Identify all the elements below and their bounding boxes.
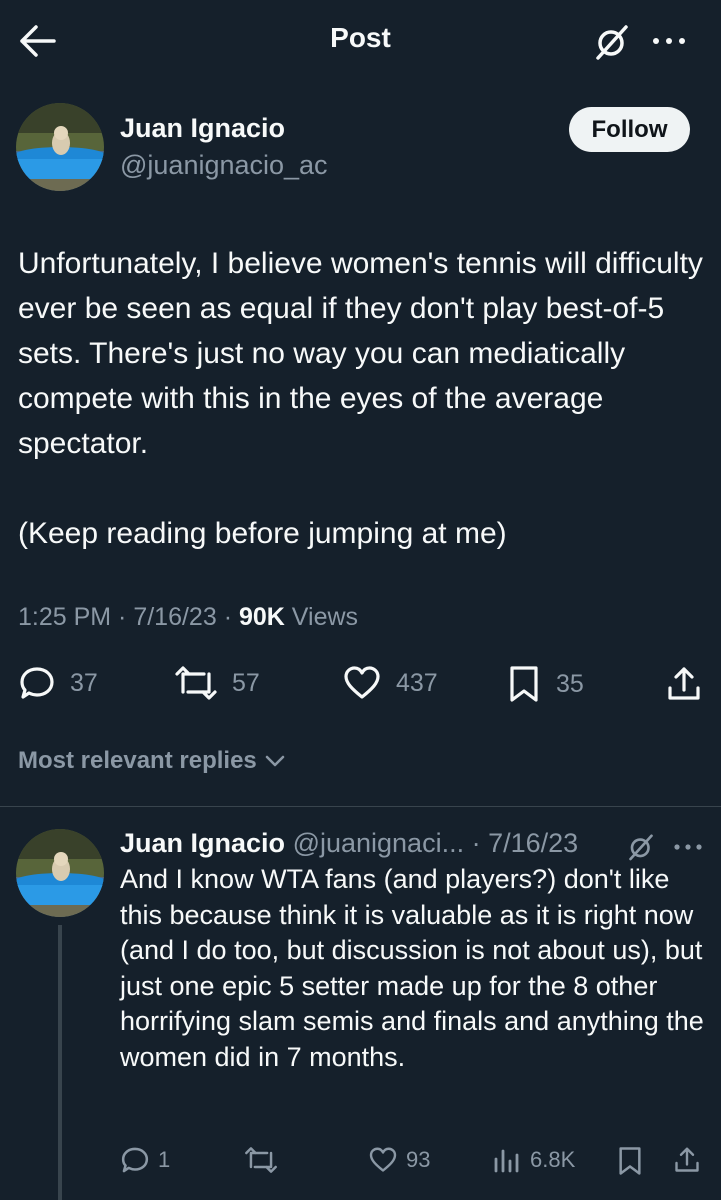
bookmark-icon (619, 1147, 641, 1175)
reply-views-action[interactable]: 6.8K (492, 1145, 575, 1175)
views-count: 90K (238, 603, 285, 631)
more-options-button[interactable] (650, 22, 688, 60)
more-horizontal-icon (653, 38, 685, 44)
heart-icon (369, 1147, 397, 1172)
heart-icon (344, 666, 380, 699)
grok-icon (596, 25, 628, 60)
share-icon (668, 667, 700, 700)
views-chart-icon (494, 1149, 519, 1173)
reply-author-handle[interactable]: @juanignaci... (293, 828, 465, 858)
reply-icon (20, 667, 54, 699)
post-text: Unfortunately, I believe women's tennis … (18, 241, 708, 556)
author-name[interactable]: Juan Ignacio (120, 113, 285, 144)
like-action[interactable]: 437 (342, 664, 438, 702)
repost-action[interactable]: 57 (174, 664, 260, 702)
bookmark-count: 35 (556, 669, 584, 698)
like-count: 437 (396, 668, 438, 697)
thread-line (58, 925, 62, 1200)
dog-in-pool-photo (16, 103, 104, 191)
bookmark-icon (510, 666, 538, 702)
author-avatar[interactable] (16, 103, 104, 191)
repost-count: 57 (232, 668, 260, 697)
replies-sort-dropdown[interactable]: Most relevant replies (18, 747, 287, 775)
reply-count: 37 (70, 668, 98, 697)
share-button[interactable] (664, 664, 704, 704)
post-date: 7/16/23 (133, 603, 217, 631)
reply-reply-count: 1 (158, 1147, 171, 1172)
post-meta: 1:25 PM · 7/16/23 · 90K Views (18, 603, 359, 631)
post-time: 1:25 PM (18, 603, 112, 631)
reply-icon (121, 1147, 149, 1173)
post-paragraph: Unfortunately, I believe women's tennis … (18, 247, 703, 460)
grok-button[interactable] (592, 22, 632, 62)
reply-text: And I know WTA fans (and players?) don't… (120, 864, 704, 1072)
reply-share-button[interactable] (672, 1144, 702, 1176)
reply-header: Juan Ignacio @juanignaci... · 7/16/23 (120, 828, 579, 858)
divider (0, 806, 721, 807)
reply-more-button[interactable] (672, 832, 704, 862)
grok-icon (629, 834, 653, 861)
reply-author-name[interactable]: Juan Ignacio (120, 828, 285, 858)
reply-date[interactable]: 7/16/23 (488, 828, 578, 858)
replies-sort-label: Most relevant replies (18, 747, 257, 774)
reply-reply-action[interactable]: 1 (120, 1145, 170, 1175)
repost-icon (175, 666, 217, 700)
more-horizontal-icon (674, 844, 702, 850)
reply-action[interactable]: 37 (18, 664, 98, 702)
dog-in-pool-photo (16, 829, 104, 917)
reply-like-action[interactable]: 93 (368, 1145, 430, 1175)
author-handle[interactable]: @juanignacio_ac (120, 150, 328, 181)
reply-author-avatar[interactable] (16, 829, 104, 917)
follow-button[interactable]: Follow (569, 107, 690, 152)
reply-bookmark-button[interactable] (616, 1145, 644, 1177)
bookmark-action[interactable]: 35 (506, 664, 584, 704)
views-label: Views (291, 603, 359, 631)
post-paragraph: (Keep reading before jumping at me) (18, 517, 507, 550)
reply-grok-button[interactable] (626, 832, 656, 862)
reply-repost-action[interactable] (244, 1145, 286, 1175)
repost-icon (245, 1147, 277, 1173)
reply-views-count: 6.8K (530, 1147, 576, 1172)
share-icon (675, 1147, 699, 1172)
chevron-down-icon (265, 755, 285, 767)
reply-like-count: 93 (406, 1147, 431, 1172)
